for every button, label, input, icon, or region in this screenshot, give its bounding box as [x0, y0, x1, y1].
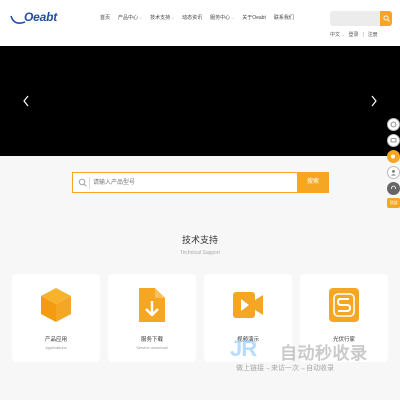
logo-text: Oeabt [24, 10, 58, 24]
main-nav: 首页 产品中心 ⌵ 技术支持 ⌵ 动态资讯 服务中心 ⌵ 关于Oeabt 联系我们 [100, 14, 294, 21]
nav-service[interactable]: 服务中心 ⌵ [210, 14, 234, 21]
sidebar-chat[interactable] [387, 134, 400, 147]
chevron-down-icon: ⌵ [341, 32, 345, 37]
card-title: 产品应用 [44, 337, 67, 343]
language-label: 中文 [330, 32, 341, 38]
card-subtitle: Applications [45, 345, 67, 350]
wechat-icon [391, 154, 395, 159]
sidebar-user[interactable] [387, 166, 400, 179]
watermark: JR 自动秒收录 做上链接→来访一次→自动收录 [230, 336, 390, 376]
section-subtitle: Technical Support [180, 250, 220, 256]
watermark-subtext: 做上链接→来访一次→自动收录 [236, 365, 334, 372]
nav-contact[interactable]: 联系我们 [274, 14, 294, 21]
divider [89, 177, 90, 189]
nav-support[interactable]: 技术支持 ⌵ [150, 14, 174, 21]
product-search-input[interactable] [93, 175, 293, 190]
section-title: 技术支持 [181, 235, 218, 245]
chevron-down-icon: ⌵ [139, 15, 143, 20]
download-folder-icon [139, 288, 165, 322]
nav-label: 动态资讯 [182, 15, 203, 21]
card-service-download[interactable]: 服务下载 Service download [108, 274, 196, 362]
register-link[interactable]: 注册 [368, 31, 378, 38]
headset-icon [391, 185, 396, 190]
nav-label: 首页 [100, 15, 111, 21]
s-logo-icon [329, 288, 359, 322]
nav-about[interactable]: 关于Oeabt [242, 14, 266, 21]
watermark-text: 自动秒收录 [280, 344, 368, 363]
nav-label: 产品中心 [118, 15, 139, 21]
nav-label: 技术支持 [150, 15, 171, 21]
nav-home[interactable]: 首页 [100, 14, 110, 21]
nav-label: 关于Oeabt [242, 15, 266, 21]
phone-icon [390, 121, 397, 128]
chevron-down-icon: ⌵ [231, 15, 235, 20]
card-subtitle: Service download [136, 345, 168, 350]
card-applications[interactable]: 产品应用 Applications [12, 274, 100, 362]
chevron-down-icon: ⌵ [171, 15, 175, 20]
chevron-left-icon[interactable] [21, 94, 31, 108]
nav-label: 联系我们 [273, 15, 294, 21]
video-icon [233, 292, 263, 318]
chevron-right-icon[interactable] [369, 94, 379, 108]
header-search-button[interactable] [380, 11, 392, 26]
lang-login-row: 中文 ⌵ 登录 | 注册 [330, 31, 378, 39]
product-search-bar: 搜索 [72, 172, 329, 193]
divider: | [362, 31, 364, 38]
watermark-logo: JR [230, 336, 257, 361]
sidebar-service[interactable] [387, 182, 400, 195]
language-select[interactable]: 中文 ⌵ [330, 31, 344, 38]
back-to-top-button[interactable]: 顶部 [387, 198, 400, 208]
search-icon [78, 178, 87, 187]
sidebar-wechat[interactable] [387, 150, 400, 163]
header-search [330, 11, 392, 26]
product-search-button[interactable]: 搜索 [297, 172, 329, 193]
chat-icon [390, 138, 397, 143]
box-icon [41, 288, 71, 322]
nav-news[interactable]: 动态资讯 [182, 14, 202, 21]
user-icon [391, 170, 396, 176]
card-title: 服务下载 [140, 337, 163, 343]
hero-banner [0, 46, 400, 156]
site-logo[interactable]: Oeabt [10, 10, 58, 28]
floating-sidebar: 顶部 [387, 118, 400, 208]
nav-label: 服务中心 [210, 15, 231, 21]
site-header: Oeabt 首页 产品中心 ⌵ 技术支持 ⌵ 动态资讯 服务中心 ⌵ 关于Oeabt … [0, 0, 400, 46]
login-link[interactable]: 登录 [348, 31, 358, 38]
header-search-input[interactable] [330, 11, 380, 26]
nav-products[interactable]: 产品中心 ⌵ [118, 14, 142, 21]
sidebar-phone[interactable] [387, 118, 400, 131]
search-icon [383, 15, 390, 22]
